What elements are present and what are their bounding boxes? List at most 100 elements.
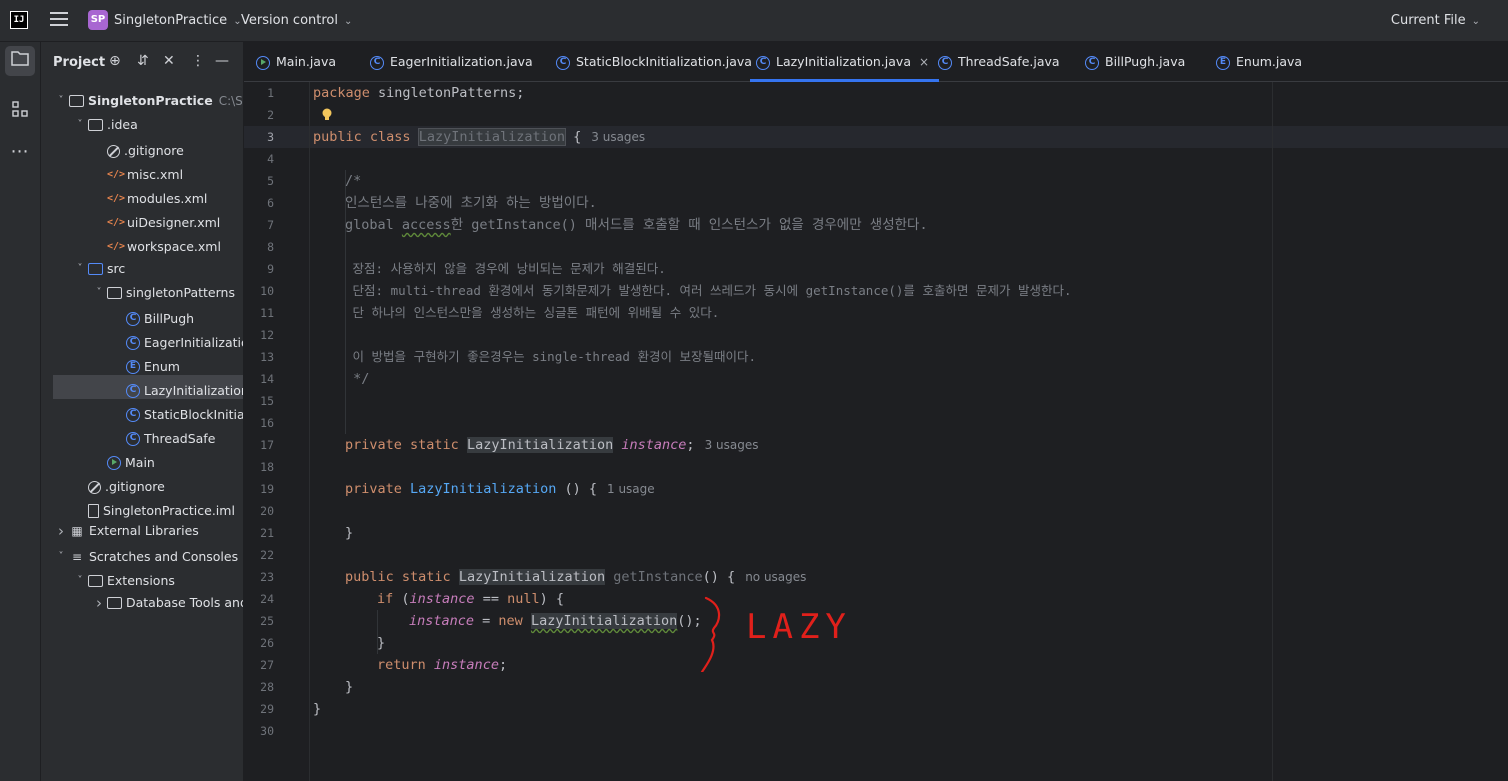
tree-item[interactable]: E Enum xyxy=(41,351,243,375)
library-icon: ▦ xyxy=(71,524,83,538)
chevron-down-icon[interactable]: ˅ xyxy=(53,545,69,569)
line-number: 28 xyxy=(260,680,274,694)
editor-tab[interactable]: C ThreadSafe.java xyxy=(938,42,1060,82)
xml-file-icon: </> xyxy=(107,217,126,228)
collapse-all-icon[interactable]: ✕ xyxy=(163,53,175,69)
project-badge[interactable]: SP xyxy=(88,10,108,30)
folder-icon xyxy=(88,575,103,587)
code-line-24: if (instance == null) { xyxy=(377,591,564,607)
project-path-hint: C:\Sing xyxy=(218,94,243,108)
tree-item[interactable]: C ThreadSafe xyxy=(41,423,243,447)
project-folder-icon[interactable] xyxy=(5,46,35,76)
usages-hint[interactable]: no usages xyxy=(745,570,806,584)
usages-hint[interactable]: 3 usages xyxy=(705,438,759,452)
line-number: 29 xyxy=(260,702,274,716)
options-menu-icon[interactable]: ⋮ xyxy=(191,53,205,69)
tree-item[interactable]: </> uiDesigner.xml xyxy=(41,207,243,231)
chevron-down-icon[interactable]: ˅ xyxy=(72,257,88,281)
code-editor[interactable]: 1 2 3 4 5 6 7 8 9 10 11 12 13 14 15 16 17 18 19 20 21 22 23 24 2… xyxy=(244,82,1508,781)
tree-item[interactable]: </> misc.xml xyxy=(41,159,243,183)
tree-item-label: src xyxy=(107,261,126,276)
editor-tab[interactable]: C LazyInitialization.java × xyxy=(750,42,940,82)
scratches-icon: ≡ xyxy=(71,550,83,564)
chevron-down-icon[interactable]: ˅ xyxy=(72,569,88,593)
chevron-down-icon[interactable]: ˅ xyxy=(91,281,107,305)
line-number: 24 xyxy=(260,592,274,606)
project-tree: ˅SingletonPracticeC:\Sing˅.idea.gitignor… xyxy=(41,87,244,615)
tree-item[interactable]: .gitignore xyxy=(41,135,243,159)
line-number: 14 xyxy=(260,372,274,386)
project-panel-title: Project xyxy=(53,55,106,70)
lightbulb-icon[interactable] xyxy=(320,104,334,126)
usages-hint[interactable]: 1 usage xyxy=(607,482,655,496)
chevron-right-icon[interactable]: › xyxy=(53,519,69,543)
editor-tab[interactable]: C EagerInitialization.java xyxy=(370,42,533,82)
tree-item[interactable]: CEagerInitialization xyxy=(41,327,243,351)
line-number: 10 xyxy=(260,284,274,298)
tree-item[interactable]: </> modules.xml xyxy=(41,183,243,207)
version-control-menu[interactable]: Version control ⌄ xyxy=(241,13,352,28)
tab-label: LazyInitialization.java xyxy=(776,54,911,69)
class-icon: C xyxy=(938,55,952,70)
tree-item[interactable]: ˅ SingletonPractice C:\Sing xyxy=(41,87,244,111)
close-icon[interactable]: × xyxy=(919,55,929,69)
tree-item[interactable]: › Database Tools and S xyxy=(41,591,243,615)
tree-item[interactable]: Main xyxy=(41,447,243,471)
editor-tab[interactable]: C BillPugh.java xyxy=(1085,42,1185,82)
tree-item[interactable]: ˅ Extensions xyxy=(41,567,243,593)
tree-item[interactable]: CStaticBlockInitializ xyxy=(41,399,243,423)
tree-item[interactable]: </> workspace.xml xyxy=(41,231,243,255)
main-class-icon xyxy=(256,55,270,70)
iml-file-icon xyxy=(88,504,99,518)
chevron-right-icon[interactable]: › xyxy=(91,591,107,615)
line-number: 5 xyxy=(267,174,274,188)
line-number: 17 xyxy=(260,438,274,452)
line-number: 27 xyxy=(260,658,274,672)
hamburger-menu-icon[interactable] xyxy=(50,12,68,28)
editor-tab[interactable]: C StaticBlockInitialization.java xyxy=(556,42,752,82)
tree-item[interactable]: C LazyInitialization xyxy=(53,375,243,399)
line-number: 16 xyxy=(260,416,274,430)
tree-item-label: singletonPatterns xyxy=(126,285,235,300)
intellij-logo-icon: IJ xyxy=(10,11,28,29)
code-line-17: private static LazyInitialization instan… xyxy=(345,437,759,453)
chevron-down-icon[interactable]: ˅ xyxy=(72,113,88,137)
tree-item[interactable]: C BillPugh xyxy=(41,303,243,327)
chevron-down-icon: ⌄ xyxy=(1471,16,1480,27)
editor-tab[interactable]: E Enum.java xyxy=(1216,42,1302,82)
tab-label: ThreadSafe.java xyxy=(958,54,1060,69)
hide-panel-icon[interactable]: — xyxy=(215,53,229,69)
run-config-selector[interactable]: Current File ⌄ xyxy=(1391,13,1480,28)
chevron-down-icon[interactable]: ˅ xyxy=(53,89,69,113)
code-line-21: } xyxy=(345,525,354,541)
handwritten-annotation: LAZY xyxy=(700,596,846,672)
editor-tab[interactable]: Main.java xyxy=(256,42,336,82)
more-tools-icon[interactable]: ⋯ xyxy=(5,137,35,167)
line-number: 26 xyxy=(260,636,274,650)
class-icon: C xyxy=(370,55,384,70)
tree-item[interactable]: ˅ src xyxy=(41,255,243,281)
code-line-14: */ xyxy=(345,371,370,387)
tree-item[interactable]: ˅ ≡ Scratches and Consoles xyxy=(41,543,243,569)
usages-hint[interactable]: 3 usages xyxy=(591,130,645,144)
tree-item[interactable]: SingletonPractice.iml xyxy=(41,495,243,519)
tree-item-label: Scratches and Consoles xyxy=(89,549,239,564)
code-line-7: global access한 getInstance() 매서드를 호출할 때 … xyxy=(345,217,928,233)
line-number: 21 xyxy=(260,526,274,540)
crosshair-icon[interactable]: ⊕ xyxy=(109,53,121,69)
tree-item[interactable]: › ▦ External Libraries xyxy=(41,519,243,543)
class-icon: C xyxy=(126,408,140,422)
editor-tab-bar: Main.java C EagerInitialization.java C Stati… xyxy=(244,42,1508,82)
code-line-25: instance = new LazyInitialization(); xyxy=(409,613,702,629)
line-number: 19 xyxy=(260,482,274,496)
project-selector[interactable]: SingletonPractice ⌄ xyxy=(114,13,242,28)
tree-item[interactable]: ˅ singletonPatterns xyxy=(41,279,243,305)
expand-all-icon[interactable]: ⇵ xyxy=(137,53,149,69)
tree-item[interactable]: .gitignore xyxy=(41,471,243,495)
structure-icon[interactable] xyxy=(5,97,35,127)
ignore-file-icon xyxy=(88,480,101,494)
tree-item-label: SingletonPractice xyxy=(88,93,213,108)
project-panel-header: Project ⊕ ⇵ ✕ ⋮ — xyxy=(41,42,243,82)
tree-item[interactable]: ˅ .idea xyxy=(41,111,243,137)
class-icon: C xyxy=(126,312,140,326)
